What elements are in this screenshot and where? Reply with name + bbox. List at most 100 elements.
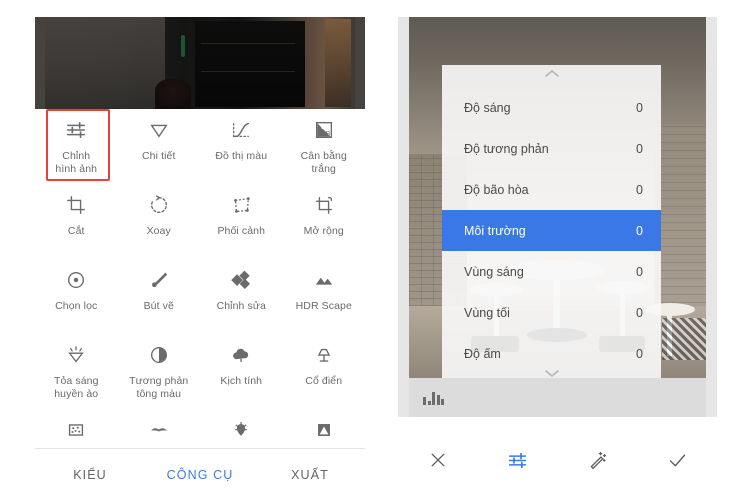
tool-white-balance[interactable]: W B Cân bằng trắng: [283, 109, 366, 184]
photo-thumbnail[interactable]: [35, 17, 365, 109]
glamour-glow-icon: [65, 342, 87, 368]
tab-export[interactable]: XUẤT: [255, 468, 365, 482]
photo-wall: [45, 17, 165, 109]
tool-label: Tỏa sáng huyền ảo: [53, 375, 99, 400]
frames-icon: [313, 417, 335, 443]
tool-label: Tương phản tông màu: [129, 375, 189, 400]
tool-label: Mở rộng: [303, 225, 344, 237]
tool-glamour-glow[interactable]: Tỏa sáng huyền ảo: [35, 334, 118, 409]
adjustment-row-contrast[interactable]: Độ tương phản 0: [442, 128, 661, 169]
brush-icon: [148, 267, 170, 293]
tool-label: Chỉnh sửa: [216, 300, 266, 312]
adjustment-row-brightness[interactable]: Độ sáng 0: [442, 87, 661, 128]
tool-label: Chi tiết: [142, 150, 176, 162]
adjustment-value: 0: [636, 305, 643, 320]
tab-tools[interactable]: CÔNG CỤ: [145, 468, 255, 482]
photo-person: [155, 79, 191, 109]
tool-label: Bút vẽ: [143, 300, 174, 312]
adjustment-row-ambiance[interactable]: Môi trường 0: [442, 210, 661, 251]
tool-hdr-scape[interactable]: HDR Scape: [283, 259, 366, 334]
tool-vintage[interactable]: Cổ điển: [283, 334, 366, 409]
grainy-film-icon: [65, 417, 87, 443]
tool-label: Đồ thị màu: [215, 150, 268, 162]
tool-rotate[interactable]: Xoay: [118, 184, 201, 259]
adjustment-name: Độ tương phản: [464, 141, 549, 156]
tool-selective[interactable]: Chọn lọc: [35, 259, 118, 334]
photo-checkered-cloth: [662, 318, 706, 360]
tool-label: Xoay: [146, 225, 171, 237]
tab-styles[interactable]: KIỂU: [35, 468, 145, 482]
selective-target-icon: [65, 267, 87, 293]
tool-tune-image[interactable]: Chỉnh hình ảnh: [35, 109, 118, 184]
adjustment-value: 0: [636, 346, 643, 361]
tool-crop[interactable]: Cắt: [35, 184, 118, 259]
svg-text:B: B: [326, 131, 330, 138]
adjustment-name: Độ sáng: [464, 100, 511, 115]
histogram-icon[interactable]: [423, 391, 444, 405]
details-triangle-icon: [148, 117, 170, 143]
drama-cloud-icon: [230, 342, 252, 368]
tool-drama[interactable]: Kịch tính: [200, 334, 283, 409]
expand-icon: [313, 192, 335, 218]
adjustment-value: 0: [636, 100, 643, 115]
adjustment-row-highlights[interactable]: Vùng sáng 0: [442, 251, 661, 292]
adjustment-list: Độ sáng 0 Độ tương phản 0 Độ bão hòa 0 M…: [442, 87, 661, 374]
close-x-icon[interactable]: [428, 450, 448, 470]
adjustment-row-saturation[interactable]: Độ bão hòa 0: [442, 169, 661, 210]
adjustment-value: 0: [636, 141, 643, 156]
tool-label: Phối cảnh: [217, 225, 266, 237]
tool-tonal-contrast[interactable]: Tương phản tông màu: [118, 334, 201, 409]
tool-healing[interactable]: Chỉnh sửa: [200, 259, 283, 334]
left-phone-screen: Chỉnh hình ảnh Chi tiết Đồ thị màu W B C…: [35, 0, 365, 500]
tune-sliders-icon[interactable]: [507, 450, 528, 471]
tool-brush[interactable]: Bút vẽ: [118, 259, 201, 334]
bottom-tab-bar: KIỂU CÔNG CỤ XUẤT: [35, 449, 365, 500]
adjustment-panel: Độ sáng 0 Độ tương phản 0 Độ bão hòa 0 M…: [442, 65, 661, 381]
tool-label: Cổ điển: [305, 375, 343, 387]
crop-icon: [65, 192, 87, 218]
adjustment-name: Môi trường: [464, 223, 526, 238]
adjustment-name: Độ bão hòa: [464, 182, 529, 197]
rotate-icon: [148, 192, 170, 218]
adjustment-row-shadows[interactable]: Vùng tối 0: [442, 292, 661, 333]
tool-label: Chọn lọc: [55, 300, 98, 312]
photo-letterbox-left: [35, 17, 45, 109]
photo-doorway: [195, 21, 305, 107]
chevron-up-icon[interactable]: [442, 69, 661, 78]
perspective-icon: [230, 192, 252, 218]
magic-wand-icon[interactable]: [587, 450, 608, 471]
white-balance-icon: W B: [313, 117, 335, 143]
photo-green-accent: [181, 35, 185, 57]
right-phone-screen: Độ sáng 0 Độ tương phản 0 Độ bão hòa 0 M…: [390, 0, 725, 500]
tool-expand[interactable]: Mở rộng: [283, 184, 366, 259]
photo-preview-container: Độ sáng 0 Độ tương phản 0 Độ bão hòa 0 M…: [398, 17, 717, 417]
tool-label: Kịch tính: [220, 375, 263, 387]
screenshot-root: Chỉnh hình ảnh Chi tiết Đồ thị màu W B C…: [0, 0, 750, 500]
tool-label: Cắt: [67, 225, 85, 237]
adjustment-name: Độ ấm: [464, 346, 501, 361]
tool-label: HDR Scape: [295, 300, 352, 312]
tool-label: Cân bằng trắng: [300, 150, 347, 175]
adjustment-value: 0: [636, 182, 643, 197]
photo-letterbox-right: [355, 17, 365, 109]
grunge-icon: [230, 417, 252, 443]
vintage-lamp-icon: [313, 342, 335, 368]
curves-icon: [230, 117, 252, 143]
tune-sliders-icon: [65, 117, 87, 143]
tool-curves[interactable]: Đồ thị màu: [200, 109, 283, 184]
tools-grid: Chỉnh hình ảnh Chi tiết Đồ thị màu W B C…: [35, 109, 365, 484]
mountains-hdr-icon: [313, 267, 335, 293]
adjustment-name: Vùng sáng: [464, 264, 524, 279]
adjustment-name: Vùng tối: [464, 305, 510, 320]
adjustment-value: 0: [636, 223, 643, 238]
histogram-strip: [409, 378, 706, 417]
healing-patch-icon: [230, 267, 252, 293]
editor-bottom-bar: [398, 420, 717, 500]
adjustment-row-warmth[interactable]: Độ ấm 0: [442, 333, 661, 374]
check-icon[interactable]: [667, 450, 688, 471]
tool-perspective[interactable]: Phối cảnh: [200, 184, 283, 259]
retrolux-mustache-icon: [148, 417, 170, 443]
tool-label: Chỉnh hình ảnh: [55, 150, 98, 175]
tool-details[interactable]: Chi tiết: [118, 109, 201, 184]
chevron-down-icon[interactable]: [442, 369, 661, 378]
